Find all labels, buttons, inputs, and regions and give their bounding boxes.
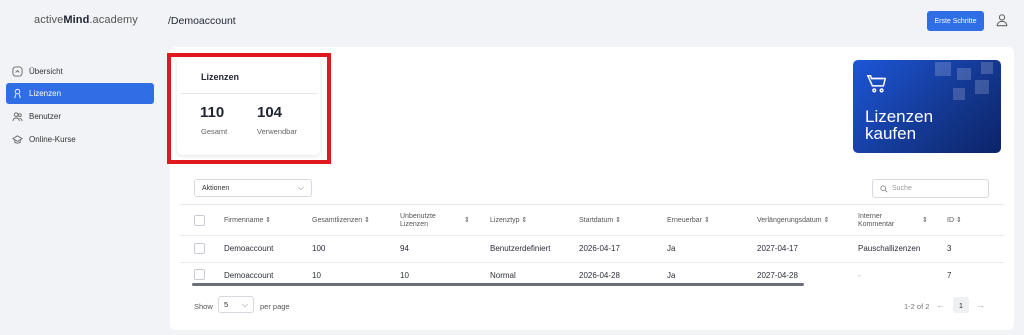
column-header-label: Lizenztyp (490, 217, 520, 224)
sort-icon: ⇕ (955, 217, 962, 224)
prev-page-icon[interactable]: ← (936, 300, 945, 310)
sort-icon[interactable]: ⇕ (922, 217, 928, 225)
cell-unused: 10 (400, 271, 409, 280)
app-logo[interactable]: activeMind.academy (34, 14, 138, 26)
cell-total: 10 (312, 271, 321, 280)
decor-square (957, 68, 971, 80)
cell-id: 7 (947, 271, 952, 280)
sort-icon: ⇕ (823, 217, 830, 224)
per-page-value: 5 (224, 300, 229, 309)
column-header[interactable]: Firmenname ⇕ (224, 217, 271, 225)
sidebar-item-label: Übersicht (29, 67, 63, 76)
pagination-range: 1-2 of 2 (904, 302, 930, 311)
cell-renewal-date: 2027-04-28 (757, 271, 798, 280)
user-icon[interactable] (995, 13, 1009, 27)
row-checkbox[interactable] (194, 243, 205, 254)
sidebar-item-label: Lizenzen (29, 89, 62, 98)
sidebar-item-label: Online-Kurse (29, 135, 76, 144)
row-divider (180, 235, 1004, 236)
cell-total: 100 (312, 244, 326, 253)
logo-suffix: .academy (89, 14, 138, 26)
sort-icon: ⇕ (615, 217, 622, 224)
sort-icon[interactable]: ⇕ (464, 217, 470, 225)
sidebar-item-licenses[interactable]: Lizenzen (6, 83, 154, 104)
sidebar-item-users[interactable]: Benutzer (6, 106, 154, 127)
cart-icon (866, 75, 887, 93)
chevron-down-icon: ⌵ (297, 183, 304, 192)
cell-company[interactable]: Demoaccount (224, 244, 273, 253)
select-all-checkbox[interactable] (194, 215, 205, 226)
cell-company[interactable]: Demoaccount (224, 271, 273, 280)
cell-renewable: Ja (667, 244, 676, 253)
sidebar-item-online-courses[interactable]: Online-Kurse (6, 129, 154, 150)
buy-licenses-text: Lizenzen kaufen (865, 108, 933, 142)
column-header[interactable]: Lizenztyp ⇕ (490, 217, 527, 225)
decor-square (935, 62, 951, 76)
column-header-label: Startdatum (579, 217, 614, 224)
logo-bold: Mind (63, 14, 90, 26)
horizontal-scrollbar[interactable] (192, 283, 804, 286)
sidebar-item-label: Benutzer (29, 112, 62, 121)
buy-licenses-tile[interactable]: Lizenzen kaufen (853, 60, 1001, 153)
getting-started-button[interactable]: Erste Schritte (927, 11, 984, 31)
row-checkbox[interactable] (194, 269, 205, 280)
promo-line-1: Lizenzen (865, 107, 934, 126)
logo-prefix: active (34, 14, 64, 26)
column-header[interactable]: Verlängerungsdatum ⇕ (757, 217, 829, 225)
column-header[interactable]: Interner Kommentar (858, 213, 918, 229)
per-page-label: per page (260, 302, 290, 311)
cell-type: Normal (490, 271, 516, 280)
courses-icon (12, 135, 23, 144)
cell-start-date: 2026-04-28 (579, 271, 620, 280)
cell-id: 3 (947, 244, 952, 253)
cell-unused: 94 (400, 244, 409, 253)
decor-square (981, 62, 993, 74)
actions-dropdown[interactable]: Aktionen ⌵ (194, 179, 312, 197)
decor-square (953, 88, 965, 100)
search-icon (880, 184, 888, 193)
search-input[interactable]: Suche (872, 179, 989, 198)
column-header[interactable]: Unbenutzte Lizenzen (400, 213, 470, 229)
column-header-label: Firmenname (224, 217, 264, 224)
promo-line-2: kaufen (865, 124, 917, 143)
column-header[interactable]: ID ⇕ (947, 217, 962, 225)
licenses-icon (14, 88, 21, 99)
column-header[interactable]: Erneuerbar ⇕ (667, 217, 710, 225)
column-header-label: ID (947, 217, 954, 224)
cell-start-date: 2026-04-17 (579, 244, 620, 253)
actions-label: Aktionen (202, 184, 230, 192)
chevron-down-icon: ⌵ (241, 299, 248, 309)
sidebar-item-overview[interactable]: Übersicht (6, 61, 154, 82)
breadcrumb: /Demoaccount (168, 15, 236, 27)
cell-renewal-date: 2027-04-17 (757, 244, 798, 253)
overview-icon (12, 66, 23, 77)
per-page-select[interactable]: 5 ⌵ (218, 296, 254, 313)
sort-icon: ⇕ (521, 217, 528, 224)
column-header[interactable]: Gesamtlizenzen ⇕ (312, 217, 370, 225)
show-label: Show (194, 302, 213, 311)
column-header-label: Erneuerbar (667, 217, 703, 224)
column-header-label: Interner Kommentar (858, 213, 895, 228)
decor-square (975, 80, 989, 94)
column-header-label: Gesamtlizenzen (312, 217, 363, 224)
cell-comment: Pauschallizenzen (858, 244, 921, 253)
column-header-label: Unbenutzte Lizenzen (400, 213, 436, 228)
search-placeholder: Suche (892, 185, 912, 192)
cell-type: Benutzerdefiniert (490, 244, 551, 253)
row-divider (180, 262, 1004, 263)
next-page-icon[interactable]: → (976, 300, 985, 310)
cell-comment: - (858, 271, 861, 280)
sort-icon: ⇕ (703, 217, 710, 224)
highlight-box (167, 53, 331, 164)
users-icon (12, 112, 23, 122)
column-header-label: Verlängerungsdatum (757, 217, 822, 224)
column-header[interactable]: Startdatum ⇕ (579, 217, 621, 225)
cell-renewable: Ja (667, 271, 676, 280)
sort-icon: ⇕ (364, 217, 371, 224)
page-button-current[interactable]: 1 (953, 297, 969, 313)
sort-icon: ⇕ (265, 217, 272, 224)
